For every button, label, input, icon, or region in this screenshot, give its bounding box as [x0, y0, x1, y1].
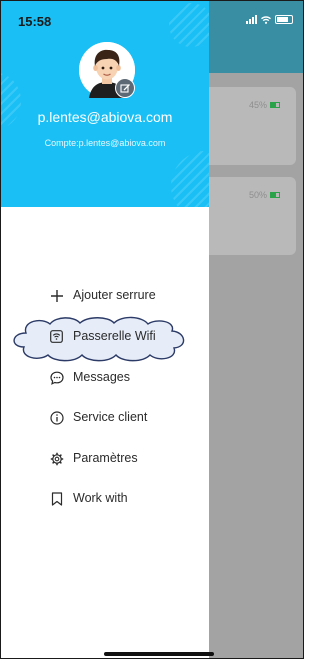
- edit-avatar-icon[interactable]: [115, 78, 135, 98]
- battery-status-icon: [275, 15, 293, 24]
- device-battery-text: 45%: [248, 100, 267, 110]
- account-label: Compte:p.lentes@abiova.com: [44, 138, 166, 148]
- cellular-signal-icon: [246, 15, 257, 24]
- user-email: p.lentes@abiova.com: [37, 109, 173, 125]
- device-battery: 45%: [249, 100, 280, 110]
- bookmark-icon: [49, 491, 64, 506]
- menu-item-messages[interactable]: Messages: [1, 361, 209, 395]
- info-icon: [49, 410, 64, 425]
- menu-item-wifi-gateway[interactable]: Passerelle Wifi: [1, 320, 209, 354]
- wifi-status-icon: [261, 15, 271, 24]
- menu-item-label: Passerelle Wifi: [73, 329, 156, 343]
- navigation-drawer: 15:58 p.lentes@abiova.com Compte:p.lente…: [1, 1, 209, 658]
- menu-item-label: Messages: [73, 370, 130, 384]
- menu-item-label: Service client: [73, 410, 148, 424]
- menu-item-label: Ajouter serrure: [73, 288, 156, 302]
- plus-icon: [49, 288, 64, 303]
- device-battery-text: 50%: [248, 190, 267, 200]
- avatar[interactable]: [79, 42, 135, 98]
- device-card[interactable]: 50%: [196, 177, 296, 255]
- settings-icon: [49, 451, 64, 466]
- wifi-gateway-icon: [49, 329, 64, 344]
- drawer-header: 15:58 p.lentes@abiova.com Compte:p.lente…: [1, 1, 209, 207]
- menu-item-label: Work with: [73, 491, 128, 505]
- decorative-circle: [169, 3, 209, 47]
- menu-item-add-lock[interactable]: Ajouter serrure: [1, 279, 209, 313]
- device-battery: 50%: [249, 190, 280, 200]
- battery-icon: [270, 192, 280, 198]
- device-card[interactable]: 45%: [196, 87, 296, 165]
- message-icon: [49, 370, 64, 385]
- home-indicator[interactable]: [104, 652, 214, 656]
- status-icons: [246, 15, 293, 24]
- status-time: 15:58: [18, 14, 52, 29]
- menu-item-label: Paramètres: [73, 451, 138, 465]
- menu-item-customer-service[interactable]: Service client: [1, 401, 209, 435]
- battery-icon: [270, 102, 280, 108]
- menu-item-work-with[interactable]: Work with: [1, 482, 209, 516]
- menu-item-settings[interactable]: Paramètres: [1, 442, 209, 476]
- decorative-circle: [171, 151, 209, 207]
- screen: 45% 50% 15:58 p.lentes@abiova.com Compte…: [0, 0, 304, 659]
